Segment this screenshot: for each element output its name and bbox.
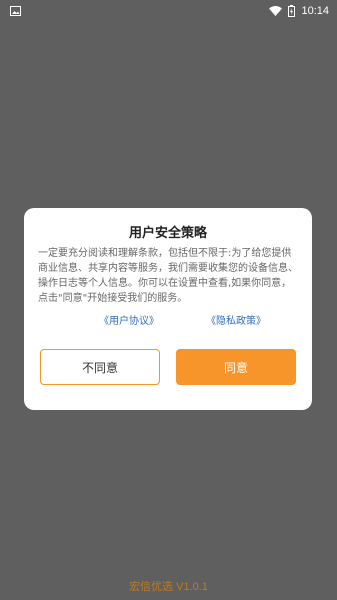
user-agreement-link[interactable]: 《用户协议》 [99, 312, 159, 327]
status-time: 10:14 [301, 5, 329, 17]
battery-charging-icon [288, 5, 296, 17]
privacy-dialog: 用户安全策略 一定要充分阅读和理解条款，包括但不限于:为了给您提供商业信息、共享… [24, 208, 312, 410]
wifi-icon [269, 6, 283, 16]
app-version-label: 宏信优选 V1.0.1 [129, 581, 208, 593]
status-bar: 10:14 [0, 0, 337, 22]
disagree-button[interactable]: 不同意 [40, 349, 160, 385]
dialog-body-text: 一定要充分阅读和理解条款，包括但不限于:为了给您提供商业信息、共享内容等服务，我… [38, 248, 298, 304]
image-icon [10, 6, 21, 16]
privacy-policy-link[interactable]: 《隐私政策》 [206, 312, 266, 327]
status-indicators: 10:14 [269, 5, 329, 17]
dialog-title: 用户安全策略 [128, 226, 207, 241]
agree-button[interactable]: 同意 [176, 349, 296, 385]
